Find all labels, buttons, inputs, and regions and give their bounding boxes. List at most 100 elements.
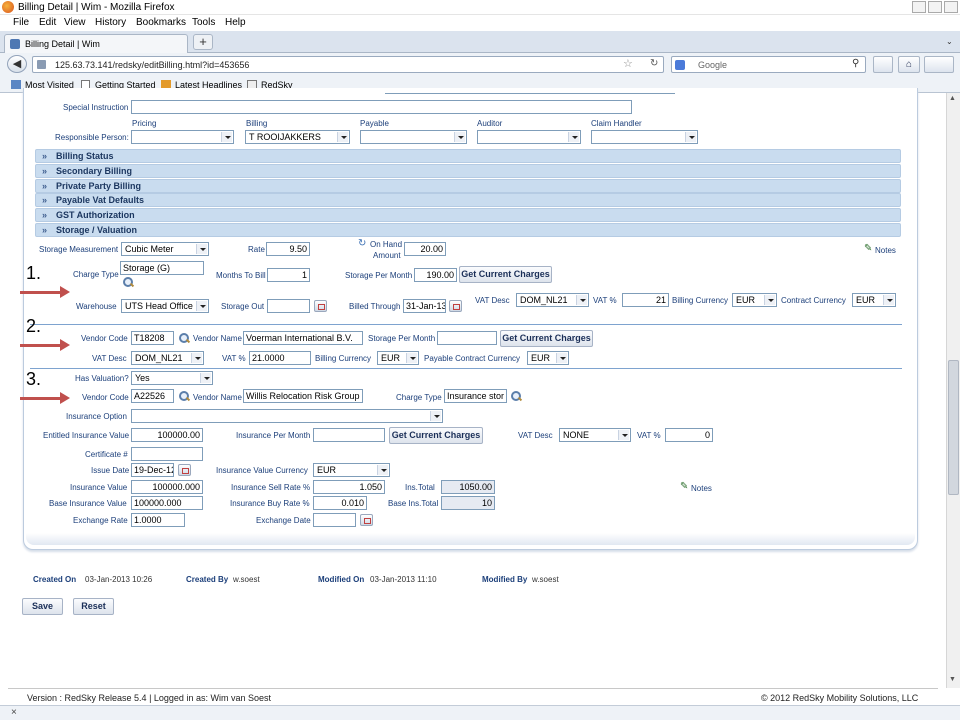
insurance-value-input[interactable]: 100000.000: [131, 480, 203, 494]
vertical-scrollbar[interactable]: ▲ ▼: [946, 93, 960, 688]
tab-billing-detail[interactable]: Billing Detail | Wim: [4, 34, 188, 53]
section-gst-authorization[interactable]: » GST Authorization: [35, 208, 901, 222]
close-button[interactable]: [944, 1, 958, 13]
maximize-button[interactable]: [928, 1, 942, 13]
reset-button[interactable]: Reset: [73, 598, 114, 615]
pricing-select[interactable]: [131, 130, 234, 144]
auditor-select[interactable]: [477, 130, 581, 144]
contract-currency-select[interactable]: EUR: [852, 293, 896, 307]
menu-help[interactable]: Help: [225, 17, 246, 28]
search-icon[interactable]: ⚲: [852, 58, 859, 69]
ins-vendor-code-input[interactable]: A22526: [131, 389, 174, 403]
menu-edit[interactable]: Edit: [39, 17, 56, 28]
vendor-storage-per-month-input[interactable]: [437, 331, 497, 345]
home-icon[interactable]: ⌂: [898, 56, 920, 73]
rate-input[interactable]: 9.50: [266, 242, 310, 256]
storage-billing-currency-select[interactable]: EUR: [732, 293, 777, 307]
minimize-button[interactable]: [912, 1, 926, 13]
address-bar[interactable]: 125.63.73.141/redsky/editBilling.html?id…: [32, 56, 664, 73]
annotation-number-1: 1.: [26, 263, 42, 283]
insurance-buy-rate-input[interactable]: 0.010: [313, 496, 367, 510]
charge-type-input[interactable]: Storage (G): [120, 261, 204, 275]
addon-icon[interactable]: [873, 56, 893, 73]
months-to-bill-input[interactable]: 1: [267, 268, 310, 282]
storage-vat-pct-input[interactable]: 21: [622, 293, 669, 307]
warehouse-select[interactable]: UTS Head Office: [121, 299, 209, 313]
notes-link[interactable]: Notes: [875, 246, 896, 255]
ins-total-input[interactable]: 1050.00: [441, 480, 495, 494]
close-find-icon[interactable]: ×: [11, 707, 17, 718]
section-private-party-billing[interactable]: » Private Party Billing: [35, 179, 901, 193]
vendor-get-current-charges-button[interactable]: Get Current Charges: [500, 330, 593, 347]
has-valuation-select[interactable]: Yes: [131, 371, 213, 385]
exchange-rate-input[interactable]: 1.0000: [131, 513, 185, 527]
issue-date-input[interactable]: 19-Dec-12: [131, 463, 174, 477]
tab-list-chevron-icon[interactable]: ⌄: [946, 37, 953, 46]
ins-vat-desc-select[interactable]: NONE: [559, 428, 631, 442]
section-storage-valuation[interactable]: » Storage / Valuation: [35, 223, 901, 237]
ins-notes-link[interactable]: Notes: [691, 484, 712, 493]
tools-menu-icon[interactable]: [924, 56, 954, 73]
exchange-date-calendar-icon[interactable]: [360, 514, 373, 526]
ins-charge-type-input[interactable]: Insurance stor: [444, 389, 507, 403]
vendor-name-input[interactable]: Voerman International B.V.: [243, 331, 363, 345]
new-tab-button[interactable]: +: [193, 34, 213, 50]
vendor-search-icon[interactable]: [178, 332, 190, 344]
ins-vendor-search-icon[interactable]: [178, 390, 190, 402]
base-insurance-value-input[interactable]: 100000.000: [131, 496, 203, 510]
exchange-date-input[interactable]: [313, 513, 356, 527]
vendor-code-input[interactable]: T18208: [131, 331, 174, 345]
scroll-up-arrow-icon[interactable]: ▲: [949, 95, 958, 104]
payable-select[interactable]: [360, 130, 467, 144]
bookmark-star-icon[interactable]: ☆: [623, 57, 633, 70]
special-instruction-input[interactable]: [131, 100, 632, 114]
back-button[interactable]: ◀: [7, 55, 27, 73]
ins-notes-icon[interactable]: ✎: [680, 481, 688, 492]
billed-through-input[interactable]: 31-Jan-13: [403, 299, 446, 313]
on-hand-amount-input[interactable]: 20.00: [404, 242, 446, 256]
billing-select[interactable]: T ROOIJAKKERS: [245, 130, 350, 144]
storage-out-calendar-icon[interactable]: [314, 300, 327, 312]
scroll-down-arrow-icon[interactable]: ▼: [949, 676, 958, 685]
insurance-value-currency-select[interactable]: EUR: [313, 463, 390, 477]
vendor-vat-desc-select[interactable]: DOM_NL21: [131, 351, 204, 365]
menu-bookmarks[interactable]: Bookmarks: [136, 17, 186, 28]
vendor-billing-currency-select[interactable]: EUR: [377, 351, 419, 365]
ins-charge-type-search-icon[interactable]: [510, 390, 522, 402]
storage-measurement-select[interactable]: Cubic Meter: [121, 242, 209, 256]
claim-handler-select[interactable]: [591, 130, 698, 144]
notes-icon[interactable]: ✎: [864, 243, 872, 254]
ins-vendor-name-input[interactable]: Willis Relocation Risk Group: [243, 389, 363, 403]
section-secondary-billing[interactable]: » Secondary Billing: [35, 164, 901, 178]
insurance-sell-rate-input[interactable]: 1.050: [313, 480, 385, 494]
entitled-insurance-input[interactable]: 100000.00: [131, 428, 203, 442]
section-payable-vat-defaults[interactable]: » Payable Vat Defaults: [35, 193, 901, 207]
payable-contract-currency-select[interactable]: EUR: [527, 351, 569, 365]
charge-type-search-icon[interactable]: [122, 276, 134, 288]
insurance-per-month-input[interactable]: [313, 428, 385, 442]
issue-date-calendar-icon[interactable]: [178, 464, 191, 476]
vendor-vat-pct-input[interactable]: 21.0000: [249, 351, 311, 365]
get-current-charges-button[interactable]: Get Current Charges: [459, 266, 552, 283]
storage-vat-desc-select[interactable]: DOM_NL21: [516, 293, 589, 307]
search-box[interactable]: Google ⚲: [671, 56, 866, 73]
billed-through-calendar-icon[interactable]: [449, 300, 462, 312]
save-button[interactable]: Save: [22, 598, 63, 615]
ins-vat-pct-input[interactable]: 0: [665, 428, 713, 442]
refresh-icon[interactable]: ↻: [358, 238, 366, 249]
base-ins-total-input[interactable]: 10: [441, 496, 495, 510]
menu-file[interactable]: File: [13, 17, 29, 28]
storage-per-month-input[interactable]: 190.00: [414, 268, 457, 282]
billed-through-label: Billed Through: [349, 302, 401, 311]
ins-get-current-charges-button[interactable]: Get Current Charges: [389, 427, 483, 444]
storage-out-input[interactable]: [267, 299, 310, 313]
reload-icon[interactable]: ↻: [650, 58, 658, 69]
certificate-input[interactable]: [131, 447, 203, 461]
menu-view[interactable]: View: [64, 17, 86, 28]
section-billing-status[interactable]: » Billing Status: [35, 149, 901, 163]
menu-tools[interactable]: Tools: [192, 17, 215, 28]
scrollbar-thumb[interactable]: [948, 360, 959, 495]
insurance-option-select[interactable]: [131, 409, 443, 423]
menu-history[interactable]: History: [95, 17, 126, 28]
modified-by-label: Modified By: [482, 575, 528, 584]
